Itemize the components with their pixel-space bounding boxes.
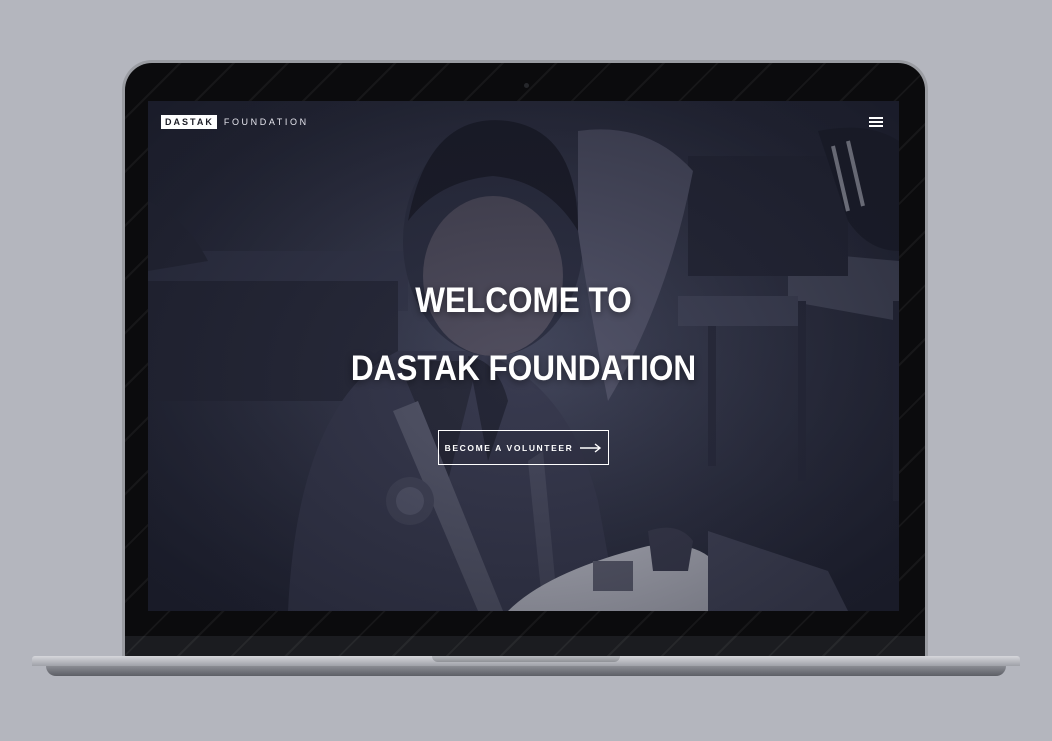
laptop-base [32, 656, 1020, 676]
menu-bar [869, 117, 883, 119]
menu-bar [869, 121, 883, 123]
logo-wordmark: FOUNDATION [223, 117, 309, 127]
hero-heading: WELCOME TO DASTAK FOUNDATION [148, 281, 899, 389]
site-logo[interactable]: DASTAK FOUNDATION [161, 115, 309, 129]
mockup-stage: DASTAK FOUNDATION WELCOME TO DASTAK FOUN… [0, 0, 1052, 741]
hamburger-menu-icon[interactable] [869, 117, 883, 127]
become-volunteer-button[interactable]: BECOME A VOLUNTEER [438, 430, 609, 465]
hero-title-line-2: DASTAK FOUNDATION [350, 349, 697, 388]
cta-label: BECOME A VOLUNTEER [444, 442, 574, 453]
hero-title-line-1: WELCOME TO [415, 281, 632, 320]
logo-box-text: DASTAK [161, 115, 217, 129]
camera-dot [524, 83, 529, 88]
base-notch [432, 656, 620, 662]
menu-bar [869, 125, 883, 127]
laptop-screen: DASTAK FOUNDATION WELCOME TO DASTAK FOUN… [148, 101, 899, 611]
base-bottom [46, 666, 1006, 676]
arrow-right-icon [580, 442, 602, 453]
